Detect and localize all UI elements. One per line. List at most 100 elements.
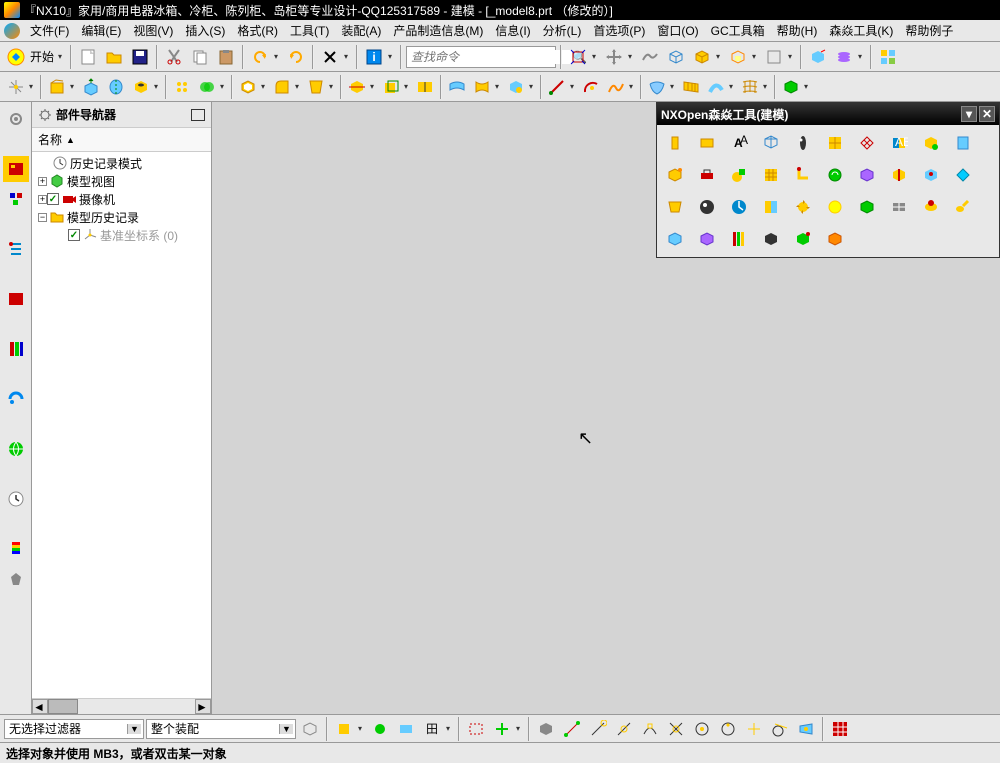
dropdown-icon[interactable]: ▾ (58, 52, 66, 61)
scroll-left-icon[interactable]: ◄ (32, 699, 48, 714)
menu-item[interactable]: 帮助例子 (899, 20, 959, 41)
toolbox-button-10[interactable] (661, 161, 689, 189)
dropdown-icon[interactable]: ▾ (295, 82, 303, 91)
draft-button[interactable] (304, 75, 328, 99)
redo-button[interactable] (284, 45, 308, 69)
sel-plus-button[interactable] (490, 717, 514, 741)
menu-item[interactable]: 视图(V) (127, 20, 179, 41)
save-button[interactable] (128, 45, 152, 69)
dropdown-icon[interactable]: ▾ (729, 82, 737, 91)
revolve-button[interactable] (104, 75, 128, 99)
snap-ctrl-button[interactable] (638, 717, 662, 741)
paste-button[interactable] (214, 45, 238, 69)
gear-icon[interactable] (38, 108, 52, 122)
dropdown-icon[interactable]: ▾ (961, 106, 977, 122)
toolbox-button-14[interactable] (789, 161, 817, 189)
shaded-button[interactable] (690, 45, 714, 69)
reuse-button[interactable] (3, 286, 29, 312)
menu-item[interactable]: 文件(F) (24, 20, 75, 41)
toolbox-button-8[interactable] (917, 129, 945, 157)
toolbox-button-24[interactable] (789, 193, 817, 221)
snap-pt-button[interactable] (742, 717, 766, 741)
clip-button[interactable] (762, 45, 786, 69)
dropdown-icon[interactable]: ▾ (154, 82, 162, 91)
toolbox-button-35[interactable] (821, 225, 849, 253)
tree-row[interactable]: 历史记录模式 (34, 154, 209, 172)
menu-item[interactable]: 窗口(O) (651, 20, 704, 41)
open-button[interactable] (102, 45, 126, 69)
dropdown-icon[interactable]: ▼ (279, 724, 293, 734)
column-header[interactable]: 名称 ▲ (32, 128, 211, 152)
hole-button[interactable] (129, 75, 153, 99)
extrude-button[interactable] (79, 75, 103, 99)
layer-button[interactable] (832, 45, 856, 69)
tree-row[interactable]: +✓摄像机 (34, 190, 209, 208)
delete-button[interactable] (318, 45, 342, 69)
sel-btn-3[interactable] (368, 717, 392, 741)
toolbox-button-27[interactable] (885, 193, 913, 221)
dropdown-icon[interactable]: ▾ (788, 52, 796, 61)
tree-row[interactable]: ✓基准坐标系 (0) (34, 226, 209, 244)
history-button[interactable] (3, 486, 29, 512)
ruled-button[interactable] (679, 75, 703, 99)
sel-btn-4[interactable] (394, 717, 418, 741)
search-input[interactable] (407, 50, 572, 64)
dropdown-icon[interactable]: ▾ (220, 82, 228, 91)
dropdown-icon[interactable]: ▾ (752, 52, 760, 61)
grid-button[interactable] (828, 717, 852, 741)
dropdown-icon[interactable]: ▾ (670, 82, 678, 91)
toolbox-button-26[interactable] (853, 193, 881, 221)
dropdown-icon[interactable]: ▾ (404, 82, 412, 91)
sketch-button[interactable] (45, 75, 69, 99)
sel-rect-button[interactable] (464, 717, 488, 741)
toolbox-button-15[interactable] (821, 161, 849, 189)
scroll-right-icon[interactable]: ► (195, 699, 211, 714)
dropdown-icon[interactable]: ▾ (388, 52, 396, 61)
gear-icon[interactable] (3, 106, 29, 132)
sel-btn-5[interactable]: 田 (420, 717, 444, 741)
dropdown-icon[interactable]: ▾ (344, 52, 352, 61)
assembly-nav-button[interactable] (3, 186, 29, 212)
menu-item[interactable]: 产品制造信息(M) (387, 20, 489, 41)
dropdown-icon[interactable]: ▾ (329, 82, 337, 91)
toolbox-button-1[interactable] (693, 129, 721, 157)
toolbox-button-31[interactable] (693, 225, 721, 253)
surface-button[interactable] (645, 75, 669, 99)
color-bar-button[interactable] (3, 536, 29, 562)
menu-item[interactable]: 首选项(P) (587, 20, 651, 41)
toolbox-button-19[interactable] (949, 161, 977, 189)
dropdown-icon[interactable]: ▾ (628, 52, 636, 61)
dropdown-icon[interactable]: ▾ (29, 82, 37, 91)
snap-quad-button[interactable] (716, 717, 740, 741)
sel-btn-1[interactable] (298, 717, 322, 741)
menu-item[interactable]: 工具(T) (284, 20, 335, 41)
start-button[interactable] (4, 45, 28, 69)
multi-view-button[interactable] (876, 45, 900, 69)
toolbox-button-2[interactable]: AA (725, 129, 753, 157)
dropdown-icon[interactable]: ▼ (127, 724, 141, 734)
snap-line-button[interactable] (560, 717, 584, 741)
menu-item[interactable]: 格式(R) (231, 20, 284, 41)
browser-button[interactable] (3, 436, 29, 462)
fit-button[interactable] (566, 45, 590, 69)
snap-int-button[interactable] (664, 717, 688, 741)
shell-button[interactable] (236, 75, 260, 99)
snap-tan-button[interactable] (768, 717, 792, 741)
copy-button[interactable] (188, 45, 212, 69)
toolbox-button-3[interactable] (757, 129, 785, 157)
menu-item[interactable]: 信息(I) (489, 20, 536, 41)
toolbox-button-4[interactable] (789, 129, 817, 157)
sweep-button[interactable] (704, 75, 728, 99)
undo-button[interactable] (248, 45, 272, 69)
command-search[interactable]: 🔍 (406, 46, 556, 68)
toolbox-button-16[interactable] (853, 161, 881, 189)
tree-row[interactable]: +模型视图 (34, 172, 209, 190)
dropdown-icon[interactable]: ▾ (274, 52, 282, 61)
toolbox-button-22[interactable] (725, 193, 753, 221)
scope-combo[interactable]: 整个装配 ▼ (146, 719, 296, 739)
pan-button[interactable] (602, 45, 626, 69)
dropdown-icon[interactable]: ▾ (763, 82, 771, 91)
dropdown-icon[interactable]: ▾ (570, 82, 578, 91)
menu-item[interactable]: 编辑(E) (75, 20, 127, 41)
datum-button[interactable] (4, 75, 28, 99)
